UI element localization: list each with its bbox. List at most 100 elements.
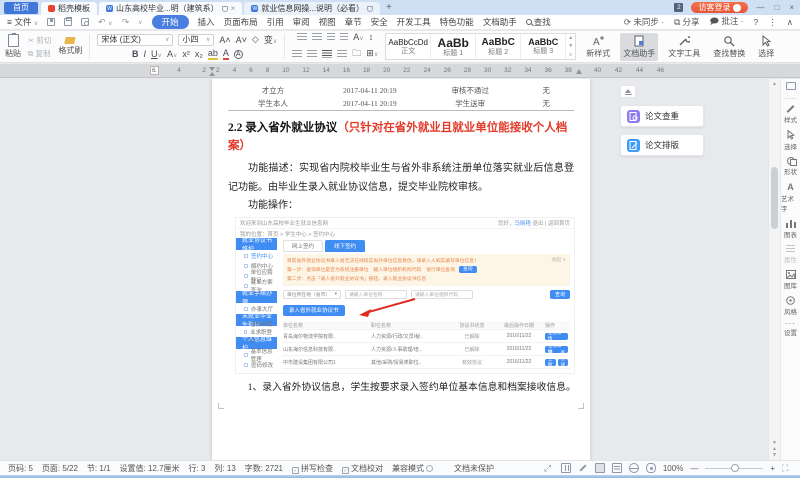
fit-page-icon[interactable]: ⛶ (782, 463, 792, 473)
underline-button[interactable]: U∨ (151, 49, 162, 59)
decrease-font-icon[interactable]: A˅ (236, 35, 247, 45)
sidebar-item-password[interactable]: 密码修改 (236, 360, 277, 370)
new-tab-button[interactable]: + (386, 2, 392, 13)
style-normal[interactable]: AaBbCcDd 正文 (386, 34, 431, 59)
superscript-button[interactable]: x² (182, 49, 190, 59)
collapse-ribbon-icon[interactable]: ∧ (787, 17, 793, 28)
collapse-link[interactable]: 收起 ∧ (552, 256, 566, 265)
menu-security[interactable]: 安全 (371, 16, 388, 28)
docer-template-tab[interactable]: 稻壳模板 (41, 2, 97, 15)
menu-dev-tools[interactable]: 开发工具 (397, 16, 431, 28)
sidebar-item-styles[interactable]: 样式 (784, 105, 797, 124)
char-scale-icon[interactable]: A∨ (353, 32, 363, 42)
document-tab-2[interactable]: W 就业信息网操...说明（必看） (244, 2, 380, 15)
tab-offline-signing[interactable]: 线下签约 (325, 240, 365, 252)
menu-special-features[interactable]: 特色功能 (440, 16, 474, 28)
align-center-icon[interactable] (307, 50, 317, 58)
format-painter-button[interactable]: 格式刷 (58, 37, 82, 56)
zoom-level[interactable]: 100% (663, 464, 683, 473)
menu-section[interactable]: 章节 (345, 16, 362, 28)
gallery-more-icon[interactable]: ≡ (569, 52, 572, 58)
increase-indent-icon[interactable] (340, 33, 348, 41)
sidebar-item-select[interactable]: 选择 (784, 130, 797, 151)
align-justify-icon[interactable] (322, 50, 332, 58)
pin-icon[interactable] (222, 6, 228, 12)
scroll-down-icons[interactable]: ▼▲▼ (772, 440, 777, 458)
font-color-button[interactable]: A (223, 48, 229, 60)
outline-view-icon[interactable] (612, 463, 622, 473)
home-tab[interactable]: 首页 (4, 2, 38, 14)
vertical-scrollbar[interactable]: ▲ ▼▲▼ (768, 79, 780, 460)
bold-button[interactable]: B (132, 49, 139, 59)
scrollbar-thumb[interactable] (771, 167, 778, 229)
view-detail-button[interactable]: 查看详情 (558, 359, 569, 366)
visitor-login-button[interactable]: 访客登录 (691, 2, 748, 13)
read-mode-icon[interactable] (786, 82, 796, 90)
file-menu[interactable]: ≡ 文件 ∨ (7, 16, 38, 28)
numbered-list-icon[interactable] (312, 33, 322, 41)
menu-references[interactable]: 引用 (267, 16, 284, 28)
line-spacing-icon[interactable] (337, 50, 347, 58)
comment-button[interactable]: 🗩 批注 · (710, 15, 744, 30)
logout-link[interactable]: 退出 (532, 221, 543, 227)
print-icon[interactable] (64, 18, 72, 26)
zoom-slider[interactable] (705, 468, 763, 469)
share-button[interactable]: ⧉ 分享 (674, 16, 699, 28)
quickbar-caret-icon[interactable]: ∨ (138, 19, 142, 26)
style-heading3[interactable]: AaBbC 标题 3 (521, 34, 566, 59)
style-heading1[interactable]: AaBb 标题 1 (431, 34, 476, 59)
back-home-link[interactable]: 返回首页 (548, 221, 570, 227)
sort-icon[interactable]: ↕ (369, 32, 374, 42)
shading-icon[interactable]: 🗀 (352, 46, 361, 62)
enter-agreement-button[interactable]: 录入省外就业协议书 (283, 305, 345, 316)
spell-check-button[interactable]: ✓拼写检查 (292, 463, 333, 474)
font-size-select[interactable]: 小四∨ (178, 34, 214, 46)
style-heading2[interactable]: AaBbC 标题 2 (476, 34, 521, 59)
clear-format-icon[interactable]: ◇ (252, 34, 259, 45)
username-link[interactable]: 马晓艳 (514, 221, 531, 227)
decrease-indent-icon[interactable] (327, 33, 335, 41)
web-view-icon[interactable] (629, 463, 639, 473)
edit-mode-icon[interactable] (578, 463, 588, 473)
horizontal-ruler[interactable]: ∟ 642 2468101214161820222426283032343638… (0, 64, 800, 78)
new-style-button[interactable]: A 新样式 (583, 33, 613, 61)
view-detail-button[interactable]: 查看详情 (545, 333, 568, 340)
fullscreen-icon[interactable]: ⤢ (544, 463, 554, 473)
zoom-in-button[interactable]: + (770, 464, 775, 473)
pin-icon[interactable] (367, 6, 373, 12)
maximize-button[interactable]: □ (774, 3, 779, 12)
gallery-up-icon[interactable]: ▲ (568, 35, 573, 41)
sidebar-item-settings[interactable]: ···设置 (784, 322, 797, 337)
sync-status[interactable]: ⟳ 未同步 · (624, 16, 664, 28)
print-preview-icon[interactable] (81, 18, 89, 26)
text-tool-button[interactable]: 文字工具 (665, 33, 703, 61)
menu-page-layout[interactable]: 页面布局 (224, 16, 258, 28)
tab-online-signing[interactable]: 网上签约 (283, 240, 323, 252)
notification-badge[interactable]: 2 (674, 3, 683, 12)
doc-assistant-button[interactable]: 文档助手 (620, 33, 658, 61)
increase-font-icon[interactable]: A˄ (219, 35, 230, 45)
online-terminate-button[interactable]: 网上解约 (545, 359, 556, 366)
close-tab-icon[interactable]: × (231, 4, 236, 13)
redo-icon[interactable]: ↷ (122, 17, 130, 28)
scroll-up-icon[interactable]: ▲ (772, 81, 777, 87)
hanging-indent-marker[interactable] (209, 72, 215, 76)
more-icon[interactable]: ⋮ (768, 17, 777, 28)
sidebar-item-wordart[interactable]: A艺术字 (781, 182, 800, 213)
bullet-list-icon[interactable] (297, 33, 307, 41)
document-page[interactable]: 才立方 2017-04-11 20:19 审核不通过 无 学生本人 2017-0… (212, 79, 590, 460)
paper-check-button[interactable]: 论文查重 (620, 105, 704, 127)
minimize-button[interactable]: — (756, 3, 764, 12)
page-view-icon[interactable] (595, 463, 605, 473)
first-line-indent-marker[interactable] (209, 67, 215, 71)
right-indent-marker[interactable] (576, 69, 582, 74)
two-page-view-icon[interactable] (561, 463, 571, 473)
close-button[interactable]: × (789, 3, 794, 12)
italic-button[interactable]: I (144, 49, 147, 59)
collapse-panel-button[interactable] (620, 85, 636, 98)
zoom-out-button[interactable]: — (690, 464, 698, 473)
select-button[interactable]: 选择 (755, 33, 777, 61)
eye-protect-icon[interactable] (646, 463, 656, 473)
border-icon[interactable]: ⊞∨ (366, 48, 378, 59)
menu-insert[interactable]: 插入 (198, 16, 215, 28)
